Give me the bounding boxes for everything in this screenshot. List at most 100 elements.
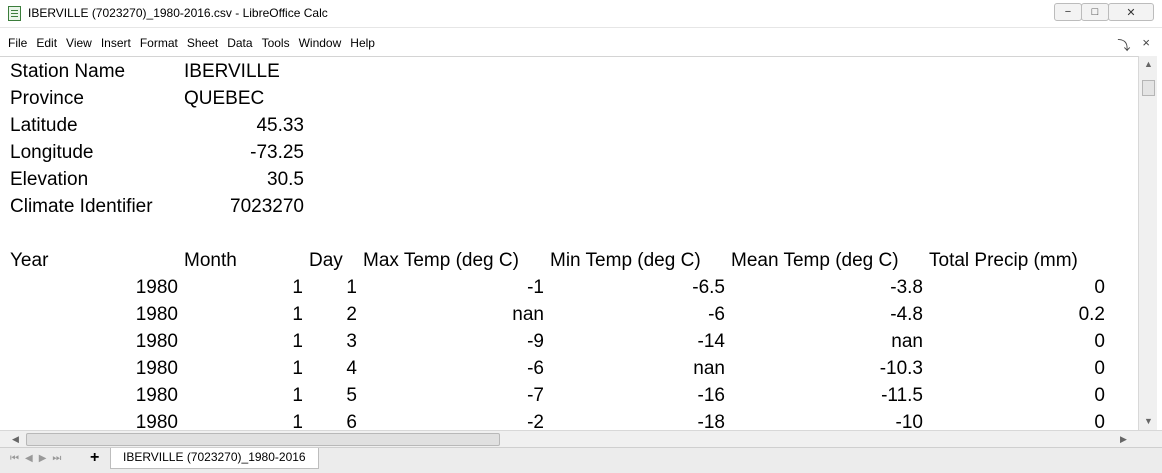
cell-mean-temp[interactable]: -10: [731, 412, 923, 431]
title-bar: IBERVILLE (7023270)_1980-2016.csv - Libr…: [0, 0, 1162, 28]
close-icon: ✕: [1126, 6, 1136, 19]
vertical-scrollbar[interactable]: ▲ ▼: [1138, 56, 1157, 430]
meta-label[interactable]: Station Name: [10, 61, 125, 83]
cell-day[interactable]: 6: [309, 412, 357, 431]
menu-help[interactable]: Help: [350, 36, 375, 50]
menu-format[interactable]: Format: [140, 36, 178, 50]
cell-min-temp[interactable]: -6.5: [550, 277, 725, 299]
meta-value[interactable]: 7023270: [184, 196, 304, 218]
meta-value[interactable]: 45.33: [184, 115, 304, 137]
menu-view[interactable]: View: [66, 36, 92, 50]
cell-day[interactable]: 4: [309, 358, 357, 380]
cell-year[interactable]: 1980: [10, 331, 178, 353]
cell-month[interactable]: 1: [184, 304, 303, 326]
cell-month[interactable]: 1: [184, 412, 303, 431]
menu-data[interactable]: Data: [227, 36, 252, 50]
header-mean-temp[interactable]: Mean Temp (deg C): [731, 250, 899, 272]
horizontal-scroll-thumb[interactable]: [26, 433, 500, 446]
cell-max-temp[interactable]: nan: [363, 304, 544, 326]
cell-max-temp[interactable]: -6: [363, 358, 544, 380]
split-window-icon[interactable]: ⤵: [1117, 35, 1130, 54]
cell-min-temp[interactable]: -18: [550, 412, 725, 431]
meta-label[interactable]: Longitude: [10, 142, 93, 164]
meta-value[interactable]: IBERVILLE: [184, 61, 280, 83]
sheet-tab-bar: ⏮ ◀ ▶ ⏭ + IBERVILLE (7023270)_1980-2016: [0, 447, 1162, 473]
prev-sheet-icon[interactable]: ◀: [25, 453, 33, 464]
meta-label[interactable]: Elevation: [10, 169, 88, 191]
scroll-up-arrow-icon[interactable]: ▲: [1144, 59, 1153, 69]
header-max-temp[interactable]: Max Temp (deg C): [363, 250, 519, 272]
cell-min-temp[interactable]: -14: [550, 331, 725, 353]
menu-insert[interactable]: Insert: [101, 36, 131, 50]
cell-min-temp[interactable]: -6: [550, 304, 725, 326]
cell-total-precip[interactable]: 0: [929, 277, 1105, 299]
tab-navigation: ⏮ ◀ ▶ ⏭: [10, 453, 61, 464]
meta-label[interactable]: Province: [10, 88, 84, 110]
window-controls: − □ ✕: [1054, 3, 1154, 21]
cell-day[interactable]: 3: [309, 331, 357, 353]
cell-total-precip[interactable]: 0: [929, 331, 1105, 353]
cell-total-precip[interactable]: 0: [929, 385, 1105, 407]
vertical-scroll-thumb[interactable]: [1142, 80, 1155, 96]
sheet-tab-active[interactable]: IBERVILLE (7023270)_1980-2016: [110, 448, 319, 469]
cell-total-precip[interactable]: 0: [929, 412, 1105, 431]
close-button[interactable]: ✕: [1108, 3, 1154, 21]
cell-max-temp[interactable]: -7: [363, 385, 544, 407]
scroll-right-arrow-icon[interactable]: ▶: [1120, 434, 1127, 445]
cell-year[interactable]: 1980: [10, 358, 178, 380]
window-title: IBERVILLE (7023270)_1980-2016.csv - Libr…: [28, 6, 328, 20]
close-document-icon[interactable]: ×: [1142, 35, 1150, 54]
meta-value[interactable]: 30.5: [184, 169, 304, 191]
scroll-left-arrow-icon[interactable]: ◀: [12, 434, 19, 445]
header-day[interactable]: Day: [309, 250, 343, 272]
meta-label[interactable]: Climate Identifier: [10, 196, 153, 218]
spreadsheet-grid[interactable]: Station Name IBERVILLE Province QUEBEC L…: [0, 56, 1138, 431]
cell-month[interactable]: 1: [184, 385, 303, 407]
cell-year[interactable]: 1980: [10, 277, 178, 299]
cell-year[interactable]: 1980: [10, 385, 178, 407]
calc-app-icon: [8, 6, 21, 21]
cell-month[interactable]: 1: [184, 358, 303, 380]
header-total-precip[interactable]: Total Precip (mm): [929, 250, 1078, 272]
meta-value[interactable]: QUEBEC: [184, 88, 264, 110]
meta-label[interactable]: Latitude: [10, 115, 78, 137]
menu-sheet[interactable]: Sheet: [187, 36, 218, 50]
minimize-button[interactable]: −: [1054, 3, 1082, 21]
menu-edit[interactable]: Edit: [36, 36, 57, 50]
cell-month[interactable]: 1: [184, 277, 303, 299]
cell-day[interactable]: 5: [309, 385, 357, 407]
cell-year[interactable]: 1980: [10, 304, 178, 326]
menu-tools[interactable]: Tools: [262, 36, 290, 50]
add-sheet-button[interactable]: +: [90, 449, 99, 467]
menu-file[interactable]: File: [8, 36, 27, 50]
cell-mean-temp[interactable]: -10.3: [731, 358, 923, 380]
header-year[interactable]: Year: [10, 250, 48, 272]
cell-min-temp[interactable]: nan: [550, 358, 725, 380]
maximize-button[interactable]: □: [1081, 3, 1109, 21]
cell-month[interactable]: 1: [184, 331, 303, 353]
next-sheet-icon[interactable]: ▶: [39, 453, 47, 464]
cell-mean-temp[interactable]: nan: [731, 331, 923, 353]
menu-bar: File Edit View Insert Format Sheet Data …: [0, 32, 1162, 54]
meta-value[interactable]: -73.25: [184, 142, 304, 164]
cell-day[interactable]: 2: [309, 304, 357, 326]
header-min-temp[interactable]: Min Temp (deg C): [550, 250, 701, 272]
horizontal-scrollbar[interactable]: ◀ ▶: [0, 430, 1162, 448]
cell-max-temp[interactable]: -1: [363, 277, 544, 299]
scroll-down-arrow-icon[interactable]: ▼: [1144, 416, 1153, 426]
cell-total-precip[interactable]: 0.2: [929, 304, 1105, 326]
cell-total-precip[interactable]: 0: [929, 358, 1105, 380]
cell-day[interactable]: 1: [309, 277, 357, 299]
menu-window[interactable]: Window: [299, 36, 342, 50]
minimize-icon: −: [1064, 6, 1072, 18]
cell-mean-temp[interactable]: -4.8: [731, 304, 923, 326]
cell-max-temp[interactable]: -9: [363, 331, 544, 353]
header-month[interactable]: Month: [184, 250, 237, 272]
cell-min-temp[interactable]: -16: [550, 385, 725, 407]
cell-mean-temp[interactable]: -11.5: [731, 385, 923, 407]
first-sheet-icon[interactable]: ⏮: [10, 453, 19, 464]
cell-mean-temp[interactable]: -3.8: [731, 277, 923, 299]
cell-max-temp[interactable]: -2: [363, 412, 544, 431]
last-sheet-icon[interactable]: ⏭: [52, 453, 61, 464]
cell-year[interactable]: 1980: [10, 412, 178, 431]
